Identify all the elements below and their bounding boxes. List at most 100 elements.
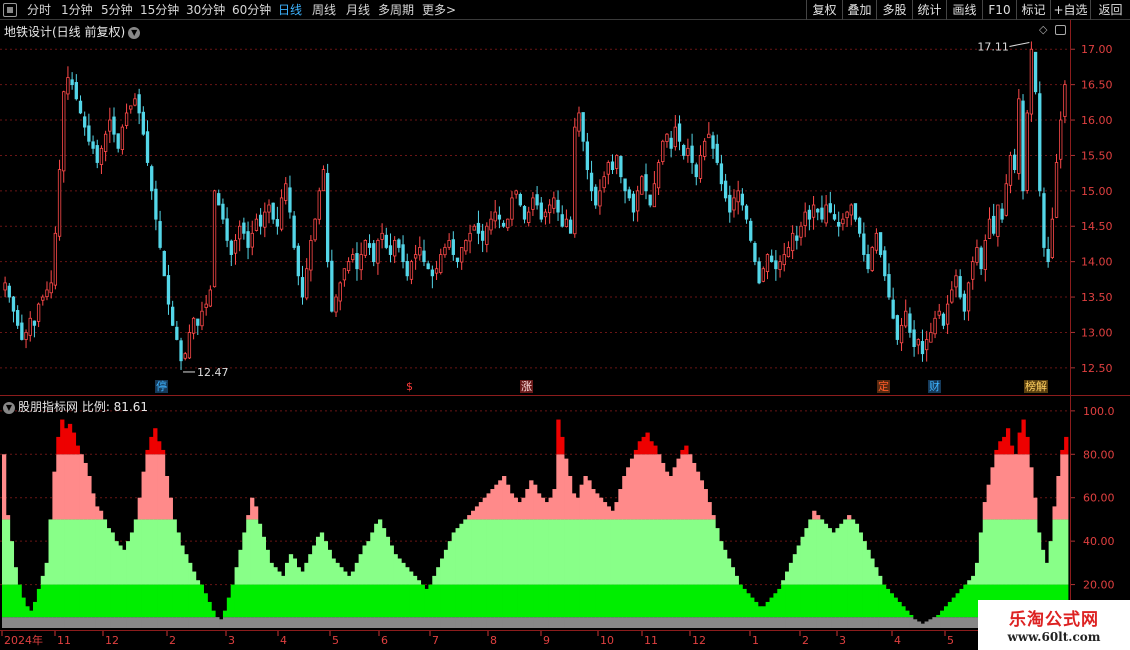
period-15min[interactable]: 15分钟 (140, 2, 179, 18)
candlestick-panel[interactable]: 地铁设计(日线 前复权) ▼ ◇ 17.11 12.47 停 $ 涨 定 财 榜解 (0, 20, 1070, 395)
indicator-bar (742, 617, 747, 628)
indicator-bar (141, 617, 146, 628)
indicator-bar (436, 567, 441, 585)
add-watchlist-button[interactable]: +自选 (1050, 0, 1090, 20)
indicator-bar (653, 617, 658, 628)
period-60min[interactable]: 60分钟 (232, 2, 271, 18)
indicator-bar (606, 617, 611, 628)
indicator-bar (75, 445, 80, 455)
indicator-bar (684, 519, 689, 585)
period-daily[interactable]: 日线 (278, 2, 302, 18)
chevron-down-icon[interactable]: ▼ (128, 26, 141, 39)
indicator-bar (792, 584, 798, 618)
period-multi[interactable]: 多周期 (378, 2, 414, 18)
period-5min[interactable]: 5分钟 (101, 2, 133, 18)
statistics-button[interactable]: 统计 (912, 0, 946, 20)
mark-button[interactable]: 标记 (1016, 0, 1050, 20)
period-weekly[interactable]: 周线 (312, 2, 336, 18)
indicator-bar (513, 497, 518, 520)
indicator-bar (281, 584, 286, 618)
indicator-bar (211, 610, 216, 618)
event-marker-finance[interactable]: 财 (928, 380, 941, 393)
indicator-bar (707, 502, 712, 520)
indicator-bar (959, 588, 964, 618)
indicator-bar (680, 449, 685, 455)
event-marker-limit-up[interactable]: 涨 (520, 380, 533, 393)
adjust-button[interactable]: 复权 (806, 0, 842, 20)
indicator-bar (777, 617, 782, 628)
indicator-bar (5, 515, 11, 520)
date-tick-label: 3 (839, 634, 846, 647)
window-icon[interactable] (1055, 25, 1066, 35)
period-more[interactable]: 更多> (422, 2, 456, 18)
event-marker-dollar[interactable]: $ (405, 380, 414, 393)
indicator-bar (1048, 541, 1053, 585)
indicator-bar (560, 519, 565, 585)
candle-body (91, 141, 95, 149)
indicator-bar (525, 584, 530, 618)
indicator-bar (401, 584, 406, 618)
candle-body (920, 341, 925, 355)
period-intraday[interactable]: 分时 (27, 2, 51, 18)
indicator-bar (149, 454, 154, 520)
indicator-bar (79, 584, 84, 618)
indicator-bar (513, 617, 518, 628)
low-label: 12.47 (197, 366, 229, 379)
indicator-bar (296, 584, 301, 618)
indicator-bar (641, 436, 646, 455)
indicator-chart (0, 410, 1070, 628)
period-1min[interactable]: 1分钟 (61, 2, 93, 18)
candle-body (66, 77, 70, 95)
indicator-bar (323, 617, 329, 628)
stock-title-text: 地铁设计(日线 前复权) (4, 25, 126, 39)
indicator-bar (591, 519, 596, 585)
indicator-bar (502, 617, 507, 628)
indicator-bar (606, 506, 611, 520)
chevron-down-icon[interactable]: ▼ (3, 401, 15, 414)
indicator-bar (707, 519, 712, 585)
candle-body (837, 221, 841, 227)
indicator-bar (160, 454, 166, 520)
indicator-bar (1033, 519, 1038, 585)
draw-line-button[interactable]: 画线 (946, 0, 982, 20)
event-marker-placement[interactable]: 定 (877, 380, 890, 393)
indicator-bar (315, 617, 321, 628)
candle-body (535, 194, 539, 206)
indicator-bar (288, 554, 294, 585)
candle-body (372, 243, 376, 263)
indicator-bar (610, 510, 615, 520)
indicator-bar (409, 584, 414, 618)
price-axis: 17.00 16.50 16.00 15.50 15.00 14.50 14.00 13.50… (1070, 20, 1130, 395)
menu-icon[interactable] (3, 3, 17, 17)
period-30min[interactable]: 30分钟 (186, 2, 225, 18)
indicator-bar (533, 584, 538, 618)
indicator-bar (994, 519, 999, 585)
overlay-button[interactable]: 叠加 (842, 0, 876, 20)
indicator-bar (866, 617, 871, 628)
diamond-icon[interactable]: ◇ (1039, 23, 1047, 36)
event-marker-list-unlock[interactable]: 榜解 (1024, 380, 1048, 393)
indicator-bar (440, 584, 445, 618)
candle-body (292, 215, 296, 248)
indicator-bar (544, 584, 549, 618)
indicator-panel[interactable]: ▼ 股朋指标网 比例: 81.61 (0, 395, 1070, 630)
event-marker-suspend[interactable]: 停 (155, 380, 168, 393)
candle-body (1004, 183, 1008, 216)
indicator-bar (571, 519, 577, 585)
indicator-bar (765, 601, 770, 618)
indicator-bar (529, 617, 534, 628)
candle-body (615, 155, 619, 169)
indicator-bar (75, 454, 80, 520)
back-button[interactable]: 返回 (1090, 0, 1130, 20)
candle-body (116, 133, 120, 149)
indicator-bar (300, 617, 305, 628)
price-tick-label: 14.00 (1081, 256, 1113, 269)
date-axis: 2024年 11 12 2 3 4 5 6 7 8 9 10 11 12 1 2 3 4 5 (0, 630, 1130, 650)
candle-body (87, 125, 91, 142)
period-monthly[interactable]: 月线 (346, 2, 370, 18)
multi-stock-button[interactable]: 多股 (876, 0, 912, 20)
indicator-bar (83, 462, 88, 520)
indicator-bar (614, 502, 619, 520)
f10-button[interactable]: F10 (982, 0, 1016, 20)
candle-body (740, 193, 745, 206)
